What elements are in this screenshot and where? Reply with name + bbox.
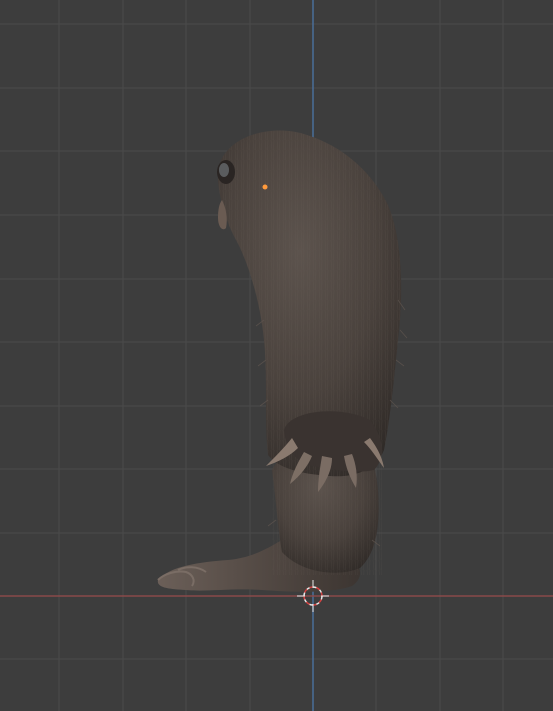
creature-mesh[interactable] [157, 130, 408, 592]
object-origin-dot[interactable] [262, 184, 268, 190]
viewport-canvas[interactable] [0, 0, 553, 711]
3d-viewport[interactable] [0, 0, 553, 711]
